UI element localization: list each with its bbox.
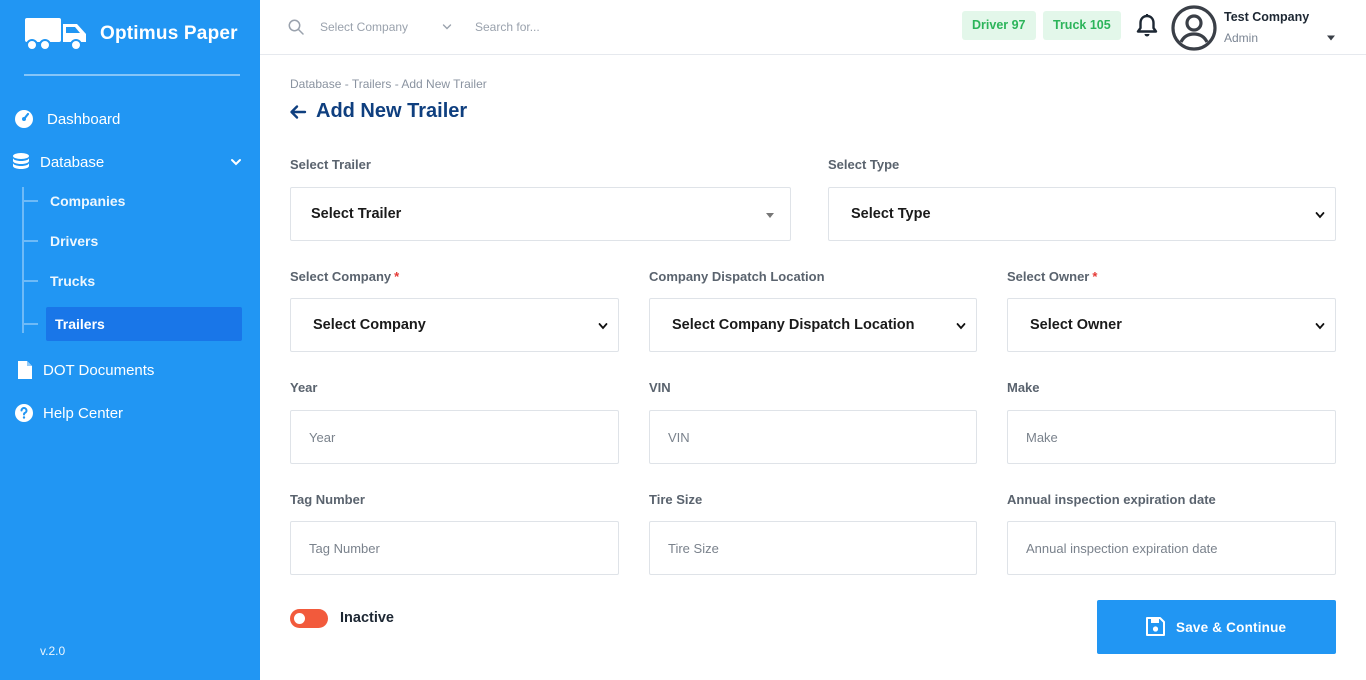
year-label: Year [290, 380, 318, 395]
year-field-box [290, 410, 619, 464]
year-input[interactable] [291, 411, 618, 463]
tree-branch [24, 280, 38, 282]
sidebar-subitem-label: Companies [50, 193, 126, 209]
make-field-box [1007, 410, 1336, 464]
sidebar-item-label: Dashboard [47, 111, 121, 128]
chevron-down-icon [598, 323, 608, 330]
header-company-select[interactable]: Select Company [320, 20, 408, 34]
vin-field-box [649, 410, 977, 464]
driver-count-badge[interactable]: Driver 97 [962, 11, 1036, 40]
save-continue-button[interactable]: Save & Continue [1097, 600, 1336, 654]
status-toggle[interactable] [290, 609, 328, 628]
select-trailer-value: Select Trailer [311, 206, 402, 222]
make-input[interactable] [1008, 411, 1335, 463]
brand-logo[interactable]: Optimus Paper [24, 16, 238, 52]
select-company-label: Select Company * [290, 269, 399, 284]
label-text: Select Company [290, 269, 392, 284]
required-marker: * [1092, 269, 1098, 284]
dispatch-location-value: Select Company Dispatch Location [672, 317, 915, 333]
label-text: Select Owner [1007, 269, 1090, 284]
select-owner-value: Select Owner [1030, 317, 1122, 333]
user-name: Test Company [1224, 10, 1310, 24]
caret-down-icon [766, 213, 774, 218]
breadcrumb: Database - Trailers - Add New Trailer [290, 77, 487, 91]
sidebar-item-dashboard[interactable]: Dashboard [0, 102, 260, 136]
select-owner-dropdown[interactable]: Select Owner [1007, 298, 1336, 352]
sidebar-item-dot-documents[interactable]: DOT Documents [0, 353, 260, 387]
select-type-dropdown[interactable]: Select Type [828, 187, 1336, 241]
dispatch-location-dropdown[interactable]: Select Company Dispatch Location [649, 298, 977, 352]
tree-branch [24, 323, 38, 325]
tire-size-field-box [649, 521, 977, 575]
select-company-dropdown[interactable]: Select Company [290, 298, 619, 352]
sidebar-subitem-label: Trailers [55, 316, 105, 332]
user-role: Admin [1224, 31, 1259, 45]
chevron-down-icon [956, 323, 966, 330]
select-trailer-label: Select Trailer [290, 157, 371, 172]
sidebar-item-label: Database [40, 154, 105, 171]
tire-size-input[interactable] [650, 522, 976, 574]
truck-logo-icon [25, 18, 86, 51]
avatar[interactable] [1170, 4, 1218, 52]
save-button-label: Save & Continue [1176, 620, 1287, 635]
sidebar-item-help-center[interactable]: Help Center [0, 396, 260, 430]
sidebar-subitem-trucks[interactable]: Trucks [24, 264, 242, 298]
vin-label: VIN [649, 380, 671, 395]
floppy-disk-icon [1146, 617, 1165, 636]
sidebar-subitem-label: Trucks [50, 273, 96, 289]
make-label: Make [1007, 380, 1040, 395]
app-version: v.2.0 [40, 644, 66, 658]
vin-input[interactable] [650, 411, 976, 463]
inspection-date-field-box [1007, 521, 1336, 575]
chevron-down-icon[interactable] [442, 22, 452, 32]
search-icon [288, 19, 304, 35]
back-arrow-icon[interactable] [289, 103, 307, 121]
chevron-down-icon[interactable] [230, 156, 242, 168]
caret-down-icon[interactable] [1326, 34, 1336, 42]
sidebar: Optimus Paper Dashboard Database Compani… [0, 0, 260, 680]
required-marker: * [394, 269, 400, 284]
document-icon [18, 361, 32, 379]
select-type-value: Select Type [851, 206, 931, 222]
truck-count-badge[interactable]: Truck 105 [1043, 11, 1121, 40]
chevron-down-icon [1315, 212, 1325, 219]
help-icon [15, 404, 33, 422]
tag-number-field-box [290, 521, 619, 575]
sidebar-subitem-drivers[interactable]: Drivers [24, 224, 242, 258]
sidebar-subitem-label: Drivers [50, 233, 99, 249]
gauge-icon [15, 110, 33, 128]
inspection-date-label: Annual inspection expiration date [1007, 492, 1216, 507]
tree-branch [24, 240, 38, 242]
sidebar-item-database[interactable]: Database [0, 145, 260, 179]
select-trailer-dropdown[interactable]: Select Trailer [290, 187, 791, 241]
select-type-label: Select Type [828, 157, 900, 172]
chevron-down-icon [1315, 323, 1325, 330]
tire-size-label: Tire Size [649, 492, 703, 507]
tag-number-input[interactable] [291, 522, 618, 574]
sidebar-item-label: DOT Documents [43, 362, 155, 379]
bell-icon[interactable] [1134, 13, 1160, 39]
sidebar-subitem-companies[interactable]: Companies [24, 184, 242, 218]
logo-divider [24, 74, 240, 76]
tag-number-label: Tag Number [290, 492, 365, 507]
select-owner-label: Select Owner * [1007, 269, 1097, 284]
app-root: Optimus Paper Dashboard Database Compani… [0, 0, 1366, 680]
brand-name: Optimus Paper [100, 23, 238, 44]
top-header: Select Company Driver 97 Truck 105 Test … [260, 0, 1366, 55]
sidebar-subitem-trailers[interactable]: Trailers [24, 307, 242, 341]
page-title: Add New Trailer [316, 100, 468, 122]
status-label: Inactive [340, 610, 394, 626]
toggle-knob [294, 613, 305, 624]
search-input[interactable] [475, 14, 735, 40]
tree-branch [24, 200, 38, 202]
sidebar-item-label: Help Center [43, 405, 124, 422]
inspection-date-input[interactable] [1008, 522, 1335, 574]
database-icon [13, 153, 29, 169]
select-company-value: Select Company [313, 317, 426, 333]
dispatch-location-label: Company Dispatch Location [649, 269, 825, 284]
